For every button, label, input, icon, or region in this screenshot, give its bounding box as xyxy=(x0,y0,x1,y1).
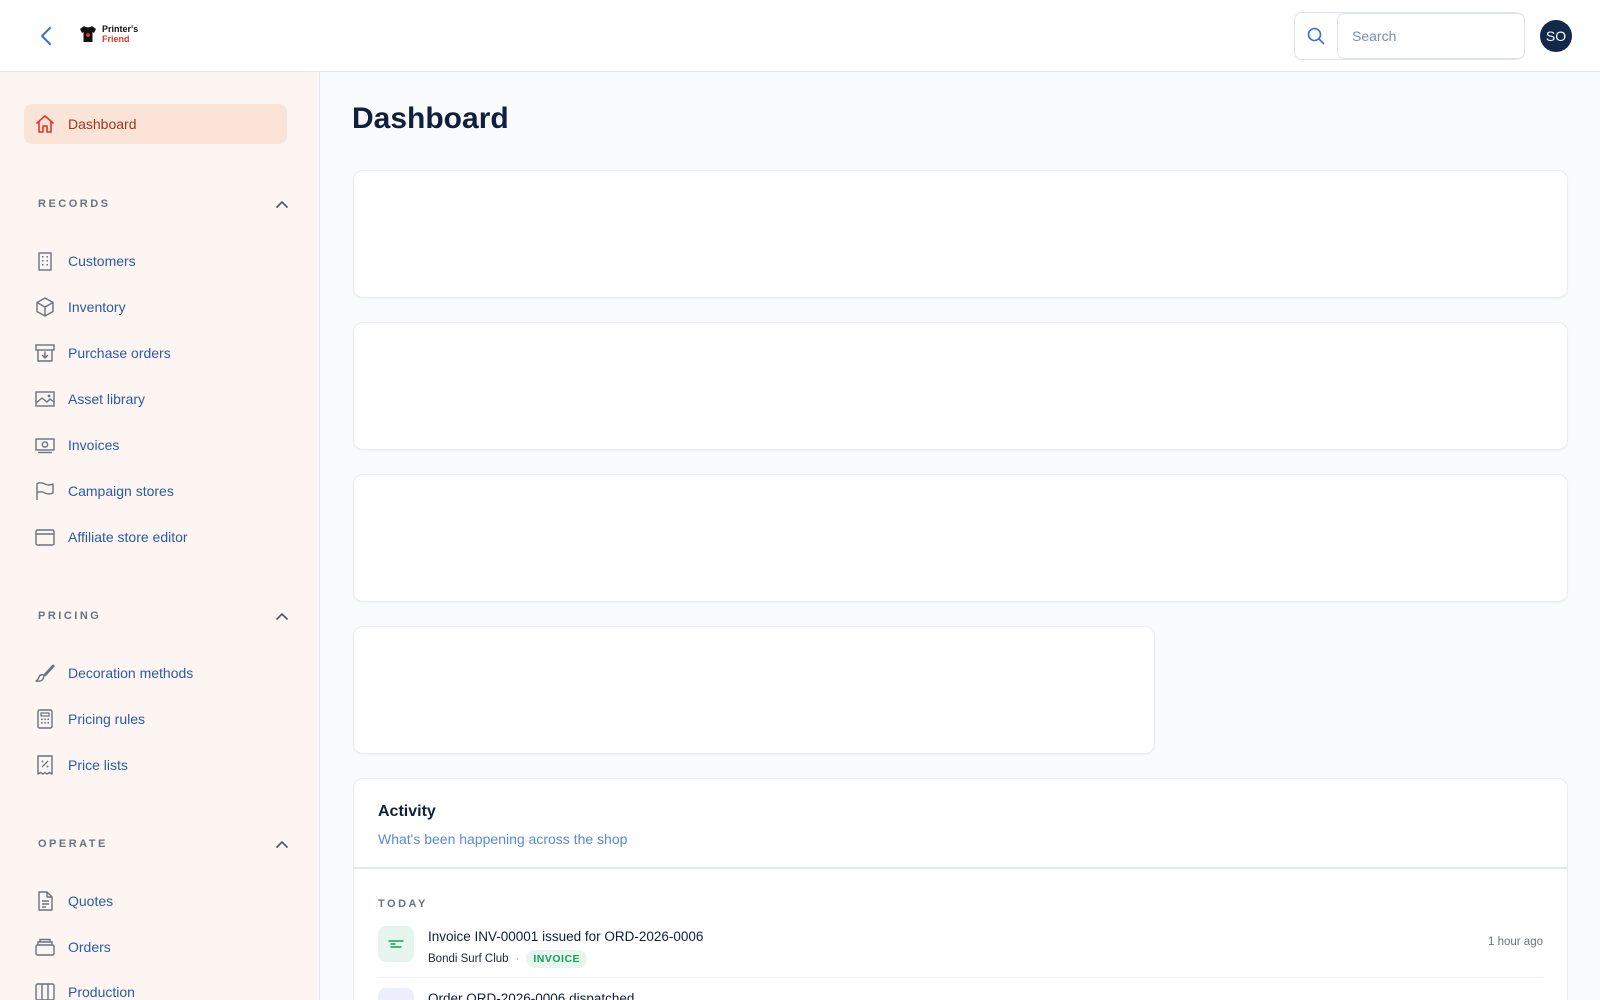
sidebar-item-label: Campaign stores xyxy=(68,483,174,499)
sidebar-item-price-lists[interactable]: Price lists xyxy=(24,745,287,785)
sidebar-item-label: Customers xyxy=(68,253,136,269)
back-button[interactable] xyxy=(34,24,58,48)
status-badge: INVOICE xyxy=(526,950,588,968)
section-operate-toggle[interactable]: OPERATE xyxy=(38,834,288,854)
sidebar-item-production[interactable]: Production xyxy=(24,972,287,1000)
chevron-up-icon xyxy=(276,612,288,620)
sidebar-item-label: Dashboard xyxy=(68,116,137,132)
sidebar-item-label: Purchase orders xyxy=(68,345,171,361)
activity-item-title: Order ORD-2026-0006 dispatched xyxy=(428,991,635,1000)
sidebar-item-label: Invoices xyxy=(68,437,120,453)
activity-item-customer: Bondi Surf Club xyxy=(428,953,509,965)
sidebar-item-label: Production xyxy=(68,984,135,1000)
section-label: RECORDS xyxy=(38,198,111,210)
sidebar-item-pricing-rules[interactable]: Pricing rules xyxy=(24,699,287,739)
sidebar-item-dashboard[interactable]: Dashboard xyxy=(24,104,287,144)
invoice-icon xyxy=(378,926,414,962)
browser-window-icon xyxy=(34,526,56,548)
home-icon xyxy=(34,113,56,135)
activity-title: Activity xyxy=(378,803,436,820)
activity-item[interactable]: Order ORD-2026-0006 dispatched xyxy=(378,988,1543,1000)
dashboard-card xyxy=(353,474,1568,602)
chevron-up-icon xyxy=(276,840,288,848)
sidebar-item-inventory[interactable]: Inventory xyxy=(24,287,287,327)
archive-download-icon xyxy=(34,342,56,364)
sidebar-item-label: Pricing rules xyxy=(68,711,146,727)
sidebar-item-customers[interactable]: Customers xyxy=(24,241,287,281)
sidebar-item-affiliate-store-editor[interactable]: Affiliate store editor xyxy=(24,517,287,557)
activity-subtitle: What's been happening across the shop xyxy=(378,831,628,847)
paintbrush-icon xyxy=(34,662,56,684)
chevron-left-icon xyxy=(41,27,51,45)
dashboard-card xyxy=(353,626,1155,754)
sidebar-item-label: Quotes xyxy=(68,893,114,909)
section-label: PRICING xyxy=(38,610,102,622)
columns-icon xyxy=(34,981,56,1000)
tshirt-logo-icon xyxy=(80,26,96,42)
activity-item-time: 1 hour ago xyxy=(1488,936,1543,948)
sidebar-item-purchase-orders[interactable]: Purchase orders xyxy=(24,333,287,373)
section-records-toggle[interactable]: RECORDS xyxy=(38,194,288,214)
sidebar-item-label: Orders xyxy=(68,939,111,955)
search-box xyxy=(1294,12,1525,60)
activity-item-title: Invoice INV-00001 issued for ORD-2026-00… xyxy=(428,929,704,944)
image-icon xyxy=(34,388,56,410)
calculator-icon xyxy=(34,708,56,730)
app-logo[interactable]: Printer's Friend xyxy=(78,24,138,44)
sidebar-item-label: Affiliate store editor xyxy=(68,529,188,545)
sidebar-item-label: Decoration methods xyxy=(68,665,194,681)
sidebar-item-orders[interactable]: Orders xyxy=(24,927,287,967)
cube-icon xyxy=(34,296,56,318)
sidebar: Dashboard RECORDS Customers Inventory Pu… xyxy=(0,72,320,1000)
activity-item[interactable]: Invoice INV-00001 issued for ORD-2026-00… xyxy=(378,926,1543,978)
logo-text-line1: Printer's xyxy=(102,24,139,34)
activity-day-label: TODAY xyxy=(378,898,428,910)
dashboard-card xyxy=(353,322,1568,450)
receipt-percent-icon xyxy=(34,754,56,776)
flag-icon xyxy=(34,480,56,502)
logo-text-line2: Friend xyxy=(102,34,130,44)
separator-dot: · xyxy=(515,953,520,965)
truck-icon xyxy=(378,988,414,1000)
sidebar-item-label: Price lists xyxy=(68,757,128,773)
main-content: Dashboard Activity What's been happening… xyxy=(321,72,1600,1000)
activity-panel: Activity What's been happening across th… xyxy=(353,778,1568,1000)
sidebar-item-decoration-methods[interactable]: Decoration methods xyxy=(24,653,287,693)
sidebar-item-invoices[interactable]: Invoices xyxy=(24,425,287,465)
avatar[interactable]: SO xyxy=(1540,20,1572,52)
sidebar-item-label: Inventory xyxy=(68,299,126,315)
activity-header: Activity What's been happening across th… xyxy=(354,779,1567,869)
inbox-stack-icon xyxy=(34,936,56,958)
page-title: Dashboard xyxy=(352,102,509,135)
sidebar-item-campaign-stores[interactable]: Campaign stores xyxy=(24,471,287,511)
banknote-icon xyxy=(34,434,56,456)
sidebar-item-asset-library[interactable]: Asset library xyxy=(24,379,287,419)
chevron-up-icon xyxy=(276,200,288,208)
sidebar-item-label: Asset library xyxy=(68,391,146,407)
sidebar-item-quotes[interactable]: Quotes xyxy=(24,881,287,921)
section-label: OPERATE xyxy=(38,838,108,850)
section-pricing-toggle[interactable]: PRICING xyxy=(38,606,288,626)
dashboard-card xyxy=(353,170,1568,298)
search-icon xyxy=(1295,13,1337,59)
search-input[interactable] xyxy=(1337,13,1525,59)
building-icon xyxy=(34,250,56,272)
document-icon xyxy=(34,890,56,912)
top-bar: Printer's Friend SO xyxy=(0,0,1600,72)
